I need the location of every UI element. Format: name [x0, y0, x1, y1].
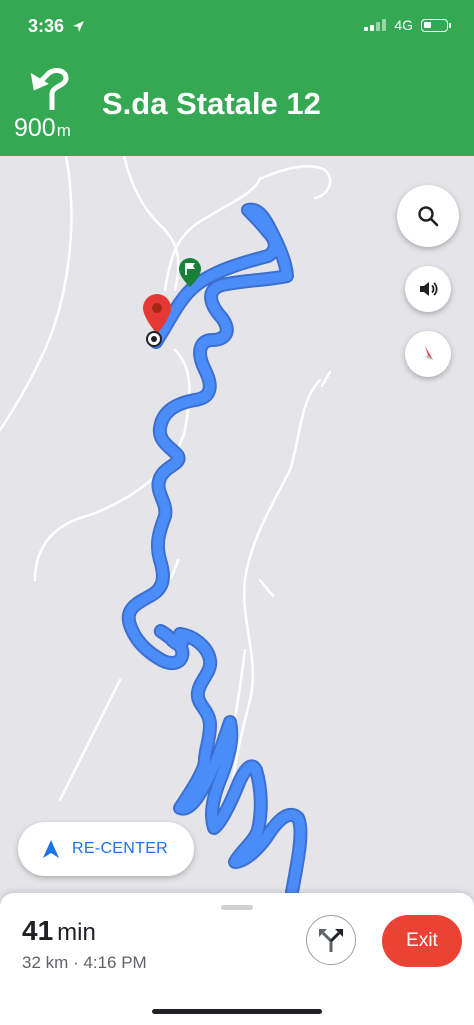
status-time-text: 3:36: [28, 16, 65, 36]
search-icon: [418, 206, 439, 227]
compass-button[interactable]: [405, 331, 451, 377]
recenter-button[interactable]: RE-CENTER: [18, 822, 194, 876]
location-arrow-icon: [73, 21, 85, 32]
current-location-icon: [146, 331, 162, 347]
home-indicator: [152, 1009, 322, 1014]
drag-handle[interactable]: [221, 905, 253, 910]
distance-value: 900: [14, 114, 56, 142]
signal-icon: [364, 19, 387, 31]
navigation-arrow-icon: [43, 840, 59, 858]
volume-icon: [420, 282, 438, 296]
map-canvas[interactable]: [0, 156, 474, 896]
compass-icon: [425, 346, 433, 360]
status-time: 3:36: [28, 16, 85, 37]
duration-unit: min: [57, 919, 96, 946]
navigation-header: 3:36 4G 900m S.da Statale 12: [0, 0, 474, 156]
trip-duration: 41 min: [22, 915, 96, 947]
recenter-label: RE-CENTER: [72, 840, 169, 857]
status-indicators: 4G: [364, 17, 451, 33]
distance-unit: m: [56, 121, 71, 140]
trip-summary-sheet[interactable]: 41 min 32 km · 4:16 PM Exit: [0, 893, 474, 1025]
search-button[interactable]: [397, 185, 459, 247]
battery-icon: [421, 18, 451, 32]
turn-sharp-left-icon: [30, 68, 69, 110]
alternate-routes-button[interactable]: [306, 915, 356, 965]
route-fork-icon: [319, 929, 343, 952]
exit-button[interactable]: Exit: [382, 915, 462, 967]
network-label: 4G: [394, 17, 413, 33]
map-view[interactable]: [0, 156, 474, 896]
turn-distance: 900m: [14, 114, 71, 143]
street-name: S.da Statale 12: [102, 86, 321, 121]
duration-value: 41: [22, 915, 54, 946]
trip-details: 32 km · 4:16 PM: [22, 953, 147, 972]
sound-button[interactable]: [405, 266, 451, 312]
